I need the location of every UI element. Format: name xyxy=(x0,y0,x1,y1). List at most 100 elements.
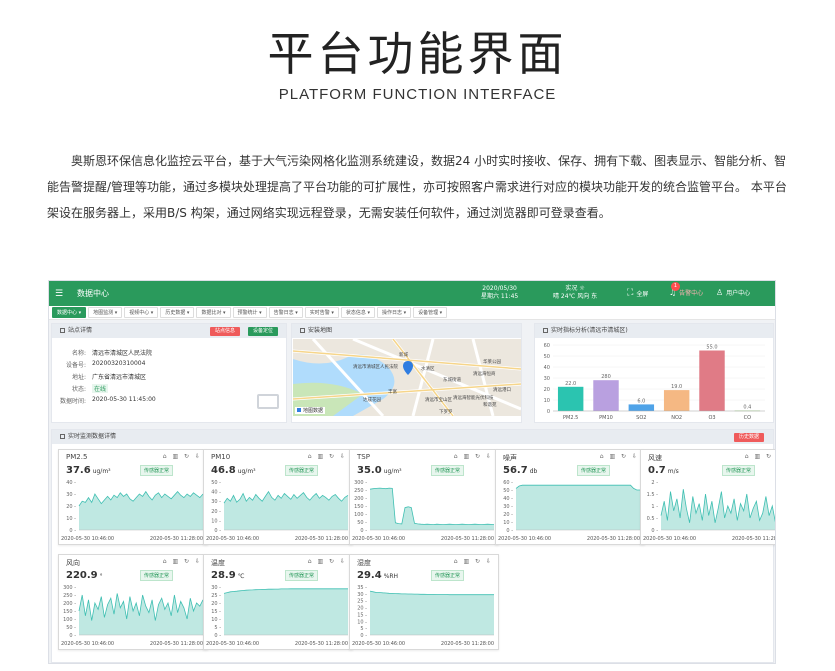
y-tick-label: 25 - xyxy=(357,599,367,605)
sensor-toolbar-icons[interactable]: ⌂ ▥ ↻ ⇩ xyxy=(745,453,775,460)
sensor-value: 37.6 ug/m³ xyxy=(66,465,111,476)
nav-tab[interactable]: 地图监测 ▾ xyxy=(88,307,123,318)
trend-area xyxy=(224,491,348,530)
intro-paragraph: 奥斯恩环保信息化监控云平台，基于大气污染网格化监测系统建设，数据24 小时实时接… xyxy=(47,154,787,220)
y-tick-label: 200 - xyxy=(354,496,367,502)
y-tick-label: 10 xyxy=(544,398,550,404)
y-tick-label: 100 - xyxy=(63,617,76,623)
x-start-label: 2020-05-30 10:46:00 xyxy=(61,641,114,647)
indicator-panel: 实时指标分析(清远市清城区) 60 50 40 30 20 10 0 22.0 PM2.5 280… xyxy=(534,323,774,423)
x-tick-label: O3 xyxy=(708,415,715,421)
fullscreen-button[interactable]: ⛶ 全屏 xyxy=(627,288,648,298)
nav-tab[interactable]: 操作日志 ▾ xyxy=(376,307,412,318)
device-info-label: 设备号: xyxy=(65,362,86,369)
device-info-row: 数据时间: 2020-05-30 11:45:00 xyxy=(58,396,156,405)
sensor-name: 湿度 xyxy=(357,559,371,567)
y-tick-label: 35 - xyxy=(357,585,367,591)
sensor-name: 风向 xyxy=(66,559,80,567)
x-end-label: 2020-05-30 11:28:00 xyxy=(587,536,640,542)
nav-tab[interactable]: 数据中心 ▾ xyxy=(52,307,87,318)
sensor-status-badge: 传感器正常 xyxy=(285,465,319,476)
sensor-card[interactable]: 湿度 ⌂ ▥ ↻ ⇩ 29.4 %RH 传感器正常 35 -30 -25 -20 -15 … xyxy=(349,554,499,650)
sensor-status-badge: 传感器正常 xyxy=(722,465,756,476)
page-subtitle: PLATFORM FUNCTION INTERFACE xyxy=(278,86,557,103)
sensor-unit: ug/m³ xyxy=(383,468,402,475)
y-tick-label: 50 xyxy=(544,354,550,360)
trend-area xyxy=(661,489,775,530)
device-info-row: 名称: 清远市清城区人民法院 xyxy=(58,348,152,357)
sensor-toolbar-icons[interactable]: ⌂ ▥ ↻ ⇩ xyxy=(163,453,202,460)
realtime-panel-title: 实时监测数据详情 xyxy=(68,433,117,440)
menu-icon[interactable]: ☰ xyxy=(55,289,67,299)
locate-button[interactable]: 设备定位 xyxy=(248,327,279,336)
nav-tab[interactable]: 状态信息 ▾ xyxy=(340,307,375,318)
sensor-card[interactable]: 风向 ⌂ ▥ ↻ ⇩ 220.9 ° 传感器正常 300 - 250 - 200 - 150 -… xyxy=(58,554,208,650)
y-tick-label: 30 - xyxy=(357,592,367,598)
y-tick-label: 15 - xyxy=(211,609,221,615)
sensor-value-number: 29.4 xyxy=(357,570,382,581)
x-start-label: 2020-05-30 10:46:00 xyxy=(498,536,551,542)
sensor-value: 220.9 ° xyxy=(66,570,103,581)
sensor-card[interactable]: 温度 ⌂ ▥ ↻ ⇩ 28.9 ℃ 传感器正常 30 - 25 - 20 - 15 - 10 - 5… xyxy=(203,554,353,650)
indicator-panel-title: 实时指标分析(清远市清城区) xyxy=(551,327,628,334)
device-info-label: 名称: xyxy=(71,350,86,357)
y-tick-label: 200 - xyxy=(63,601,76,607)
bar-o3[interactable] xyxy=(699,350,725,412)
user-icon: ♙ xyxy=(716,288,724,297)
user-center-button[interactable]: ♙ 用户中心 xyxy=(716,288,750,297)
bell-icon: ♫ 1 xyxy=(669,282,680,297)
alarm-center-button[interactable]: ♫ 1 告警中心 xyxy=(669,282,703,297)
sensor-toolbar-icons[interactable]: ⌂ ▥ ↻ ⇩ xyxy=(454,453,493,460)
bar-value-label: 0.4 xyxy=(743,405,751,411)
nav-tab[interactable]: 数据比对 ▾ xyxy=(196,307,231,318)
sensor-status-badge: 传感器正常 xyxy=(431,465,465,476)
location-map[interactable]: 新城 清远市清城区人民法院 水清区 华莱公园 清远海恒商 清远港口 丰富 和谐苑 清远市宝山区 东… xyxy=(293,339,521,416)
sensor-toolbar-icons[interactable]: ⌂ ▥ ↻ ⇩ xyxy=(454,558,493,565)
nav-tab[interactable]: 历史数据 ▾ xyxy=(160,307,195,318)
site-info-button[interactable]: 站点信息 xyxy=(210,327,241,336)
bar-so2[interactable] xyxy=(628,404,655,411)
sensor-unit: ug/m³ xyxy=(92,468,111,475)
x-tick-label: NO2 xyxy=(671,415,682,421)
history-data-button[interactable]: 历史数据 xyxy=(734,433,765,442)
indicator-bar-chart: 60 50 40 30 20 10 0 22.0 PM2.5 280 PM10 6.0 SO2 19.0 N… xyxy=(544,343,765,421)
y-tick-label: 40 xyxy=(544,365,550,371)
sensor-unit: ug/m³ xyxy=(237,468,256,475)
sensor-card[interactable]: TSP ⌂ ▥ ↻ ⇩ 35.0 ug/m³ 传感器正常 300 - 250 - 200 - 1… xyxy=(349,449,499,545)
bar-pm10[interactable] xyxy=(593,380,619,411)
sensor-value-number: 28.9 xyxy=(211,570,236,581)
y-tick-label: 40 - xyxy=(503,496,513,502)
bar-pm25[interactable] xyxy=(557,386,584,411)
nav-tab[interactable]: 预警统计 ▾ xyxy=(232,307,267,318)
sensor-card[interactable]: 风速⌂ ▥ ↻ ⇩0.7m/s传感器正常2 -1.5 -1 -0.5 -0 -2… xyxy=(640,449,776,545)
y-tick-label: 30 - xyxy=(503,504,513,510)
x-end-label: 2020-05-30 11:28:00 xyxy=(732,536,776,542)
sensor-trend-chart: 35 -30 -25 -20 -15 -10 -5 -0 - 2020-05-30… xyxy=(352,585,494,647)
sensor-toolbar-icons[interactable]: ⌂ ▥ ↻ ⇩ xyxy=(308,558,347,565)
sensor-name: 风速 xyxy=(648,454,662,462)
nav-tab[interactable]: 视频中心 ▾ xyxy=(124,307,159,318)
sensor-card[interactable]: 噪声 ⌂ ▥ ↻ ⇩ 56.7 db 传感器正常 60 - 50 - 40 - 30 - 20 -… xyxy=(495,449,645,545)
realtime-panel-header: 实时监测数据详情 历史数据 xyxy=(52,430,773,444)
weather-line2: 晴 24℃ 风向 东 xyxy=(553,293,598,300)
sensor-card[interactable]: PM10 ⌂ ▥ ↻ ⇩ 46.8 ug/m³ 传感器正常 50 - 40 - 30 - 20 … xyxy=(203,449,353,545)
map-poi-label: 和谐苑 xyxy=(483,403,497,408)
fullscreen-icon: ⛶ xyxy=(627,288,634,298)
nav-tab[interactable]: 设备管理 ▾ xyxy=(413,307,448,318)
map-legend: 地图数据 xyxy=(295,407,326,414)
x-tick-label: PM2.5 xyxy=(563,415,578,421)
sensor-toolbar-icons[interactable]: ⌂ ▥ ↻ ⇩ xyxy=(600,453,639,460)
y-tick-label: 0 - xyxy=(69,633,76,639)
y-tick-label: 25 - xyxy=(211,593,221,599)
bar-no2[interactable] xyxy=(663,390,690,411)
map-poi-label: 清远港口 xyxy=(493,388,511,393)
sensor-toolbar-icons[interactable]: ⌂ ▥ ↻ ⇩ xyxy=(308,453,347,460)
device-info-label: 状态: xyxy=(71,386,86,393)
y-tick-label: 2 - xyxy=(651,480,658,486)
sensor-card[interactable]: PM2.5 ⌂ ▥ ↻ ⇩ 37.6 ug/m³ 传感器正常 40 - 30 - 20 - 10… xyxy=(58,449,208,545)
nav-tab[interactable]: 告警日志 ▾ xyxy=(268,307,303,318)
y-tick-label: 0 - xyxy=(506,528,513,534)
sensor-toolbar-icons[interactable]: ⌂ ▥ ↻ ⇩ xyxy=(163,558,202,565)
y-tick-label: 250 - xyxy=(63,593,76,599)
nav-tab[interactable]: 实时告警 ▾ xyxy=(304,307,339,318)
